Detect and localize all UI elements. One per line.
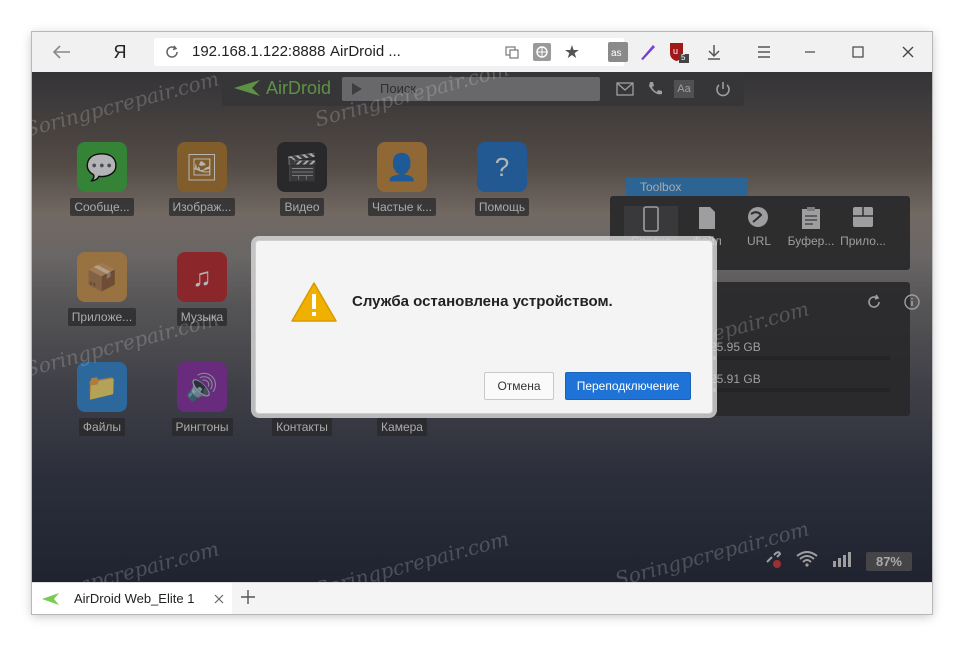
reconnect-button[interactable]: Переподключение [565,372,691,400]
pen-extension-icon[interactable] [636,40,660,64]
airdroid-favicon-icon [42,593,59,605]
service-stopped-dialog: Служба остановлена устройством. Отмена П… [255,240,713,414]
tab-title: AirDroid Web_Elite 1 [74,591,195,606]
protect-icon[interactable] [530,40,554,64]
browser-toolbar: Я 192.168.1.122:8888 AirDroid ... ★ as u… [32,32,932,72]
address-bar[interactable]: 192.168.1.122:8888 AirDroid ... ★ [154,38,624,66]
minimize-icon[interactable] [798,40,822,64]
extension-badge: 5 [681,53,686,62]
warning-icon [290,281,338,328]
yandex-logo[interactable]: Я [108,40,132,64]
bookmark-star-icon[interactable]: ★ [560,40,584,64]
ublock-icon[interactable]: u 5 [666,40,690,64]
new-tab-icon[interactable] [240,589,256,610]
browser-window: Я 192.168.1.122:8888 AirDroid ... ★ as u… [32,32,932,614]
svg-text:as: as [611,48,622,59]
dialog-message: Служба остановлена устройством. [352,293,613,310]
lastfm-icon[interactable]: as [606,40,630,64]
tab-airdroid[interactable]: AirDroid Web_Elite 1 [32,583,232,614]
maximize-icon[interactable] [846,40,870,64]
address-url: 192.168.1.122:8888 [192,43,326,60]
back-icon[interactable] [50,40,74,64]
address-page-title: AirDroid ... [330,43,401,60]
translate-icon[interactable] [500,40,524,64]
menu-icon[interactable] [752,40,776,64]
download-icon[interactable] [702,40,726,64]
svg-text:u: u [673,46,678,56]
reload-icon[interactable] [160,40,184,64]
cancel-button[interactable]: Отмена [484,372,554,400]
tab-bar: AirDroid Web_Elite 1 [32,582,932,614]
tab-close-icon[interactable] [214,594,224,604]
close-icon[interactable] [896,40,920,64]
